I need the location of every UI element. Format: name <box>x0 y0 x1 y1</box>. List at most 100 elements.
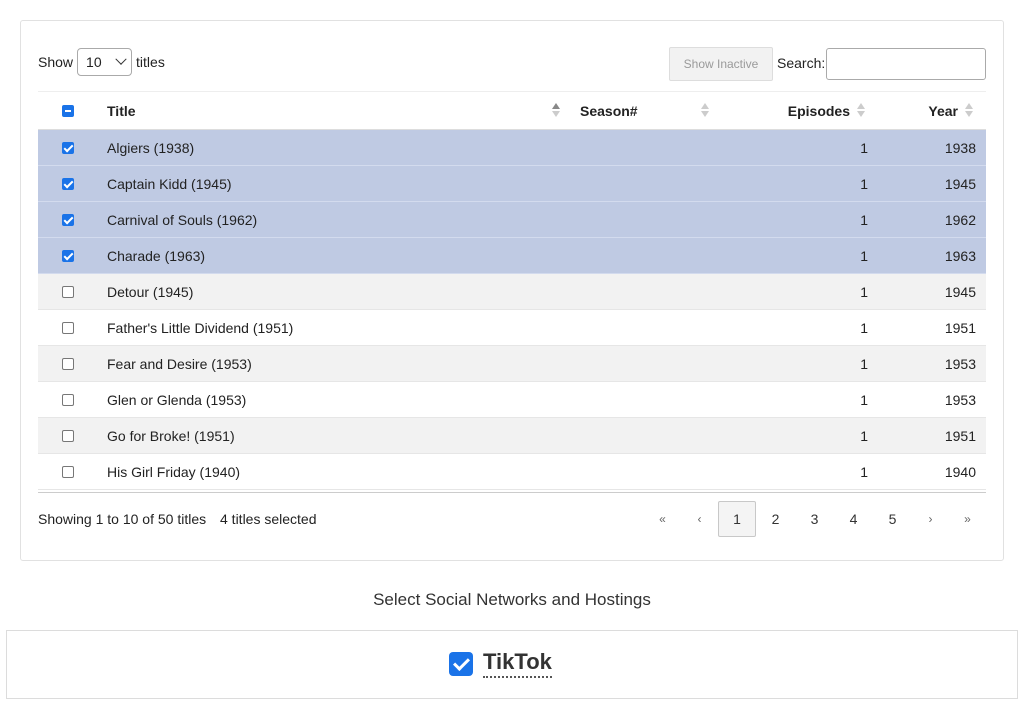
row-year: 1951 <box>944 427 976 444</box>
row-episodes: 1 <box>860 175 868 192</box>
table-row[interactable]: Detour (1945) 1 1945 <box>38 274 986 310</box>
row-episodes: 1 <box>860 139 868 156</box>
table-row[interactable]: Glen or Glenda (1953) 1 1953 <box>38 382 986 418</box>
row-checkbox[interactable] <box>62 465 74 478</box>
search-input[interactable] <box>826 48 986 80</box>
social-networks-panel: TikTok <box>6 630 1018 699</box>
titles-panel: Show 10 titles Show Inactive Search: Tit… <box>20 20 1004 561</box>
table-row[interactable]: Algiers (1938) 1 1938 <box>38 130 986 166</box>
table-footer: Showing 1 to 10 of 50 titles 4 titles se… <box>38 492 986 537</box>
search-label: Search: <box>777 55 826 71</box>
table-body: Algiers (1938) 1 1938 Captain Kidd (1945) 1 1… <box>38 130 986 490</box>
titles-label: titles <box>136 54 165 70</box>
row-select-cell <box>62 418 74 453</box>
page-button-3[interactable]: 3 <box>795 501 834 537</box>
row-episodes: 1 <box>860 283 868 300</box>
row-checkbox[interactable] <box>62 213 74 226</box>
table-row[interactable]: Carnival of Souls (1962) 1 1962 <box>38 202 986 238</box>
row-title: Fear and Desire (1953) <box>107 355 252 372</box>
row-title: Detour (1945) <box>107 283 194 300</box>
row-select-cell <box>62 454 74 489</box>
row-title: His Girl Friday (1940) <box>107 463 241 480</box>
row-episodes: 1 <box>860 463 868 480</box>
row-select-cell <box>62 274 74 309</box>
table-row[interactable]: Captain Kidd (1945) 1 1945 <box>38 166 986 202</box>
selection-info: 4 titles selected <box>220 511 317 527</box>
row-year: 1962 <box>944 211 976 228</box>
row-year: 1953 <box>944 391 976 408</box>
first-page-button[interactable]: « <box>644 501 681 537</box>
page-length-value: 10 <box>86 54 102 70</box>
row-checkbox[interactable] <box>62 393 74 406</box>
row-title: Glen or Glenda (1953) <box>107 391 247 408</box>
sort-year-icon[interactable] <box>965 103 973 119</box>
row-select-cell <box>62 238 74 273</box>
table-row[interactable]: Charade (1963) 1 1963 <box>38 238 986 274</box>
sort-title-icon[interactable] <box>552 103 560 119</box>
social-networks-heading: Select Social Networks and Hostings <box>373 590 651 609</box>
titles-table: Title Season# Episodes Year Algiers (193… <box>38 91 986 490</box>
chevron-down-icon <box>115 53 127 65</box>
row-episodes: 1 <box>860 247 868 264</box>
column-header-season[interactable]: Season# <box>580 92 638 129</box>
row-checkbox[interactable] <box>62 321 74 334</box>
row-year: 1953 <box>944 355 976 372</box>
row-title: Father's Little Dividend (1951) <box>107 319 294 336</box>
row-year: 1951 <box>944 319 976 336</box>
previous-page-button[interactable]: ‹ <box>681 501 718 537</box>
page-length-control: Show 10 titles <box>38 47 165 77</box>
tiktok-label[interactable]: TikTok <box>483 650 552 678</box>
sort-episodes-icon[interactable] <box>857 103 865 119</box>
column-header-title[interactable]: Title <box>107 92 136 129</box>
row-select-cell <box>62 202 74 237</box>
sort-season-icon[interactable] <box>701 103 709 119</box>
select-all-checkbox[interactable] <box>62 104 74 117</box>
page-button-4[interactable]: 4 <box>834 501 873 537</box>
row-episodes: 1 <box>860 211 868 228</box>
table-row[interactable]: Father's Little Dividend (1951) 1 1951 <box>38 310 986 346</box>
table-row[interactable]: Go for Broke! (1951) 1 1951 <box>38 418 986 454</box>
row-select-cell <box>62 346 74 381</box>
column-header-episodes[interactable]: Episodes <box>788 92 850 129</box>
row-select-cell <box>62 382 74 417</box>
row-episodes: 1 <box>860 391 868 408</box>
row-checkbox[interactable] <box>62 141 74 154</box>
page-button-2[interactable]: 2 <box>756 501 795 537</box>
row-checkbox[interactable] <box>62 177 74 190</box>
row-checkbox[interactable] <box>62 357 74 370</box>
page-button-5[interactable]: 5 <box>873 501 912 537</box>
row-title: Carnival of Souls (1962) <box>107 211 258 228</box>
row-checkbox[interactable] <box>62 249 74 262</box>
next-page-button[interactable]: › <box>912 501 949 537</box>
tiktok-checkbox[interactable] <box>449 652 473 676</box>
row-episodes: 1 <box>860 427 868 444</box>
table-row[interactable]: His Girl Friday (1940) 1 1940 <box>38 454 986 490</box>
row-year: 1945 <box>944 283 976 300</box>
row-title: Captain Kidd (1945) <box>107 175 232 192</box>
page-length-select[interactable]: 10 <box>77 48 133 76</box>
show-inactive-button[interactable]: Show Inactive <box>669 47 773 81</box>
row-checkbox[interactable] <box>62 285 74 298</box>
row-checkbox[interactable] <box>62 429 74 442</box>
row-title: Charade (1963) <box>107 247 206 264</box>
row-year: 1938 <box>944 139 976 156</box>
row-year: 1963 <box>944 247 976 264</box>
table-header: Title Season# Episodes Year <box>38 91 986 130</box>
row-year: 1940 <box>944 463 976 480</box>
row-episodes: 1 <box>860 355 868 372</box>
row-select-cell <box>62 310 74 345</box>
row-year: 1945 <box>944 175 976 192</box>
page-numbers: 12345 <box>718 501 912 537</box>
last-page-button[interactable]: » <box>949 501 986 537</box>
column-header-year[interactable]: Year <box>928 92 958 129</box>
row-title: Algiers (1938) <box>107 139 195 156</box>
row-select-cell <box>62 130 74 165</box>
table-controls: Show 10 titles Show Inactive Search: <box>38 47 986 81</box>
select-all-cell <box>62 92 74 129</box>
table-info: Showing 1 to 10 of 50 titles <box>38 511 207 527</box>
network-option-tiktok[interactable]: TikTok <box>449 650 552 678</box>
table-row[interactable]: Fear and Desire (1953) 1 1953 <box>38 346 986 382</box>
row-select-cell <box>62 166 74 201</box>
page-button-1[interactable]: 1 <box>718 501 756 537</box>
pagination: « ‹ 12345 › » <box>644 501 986 537</box>
